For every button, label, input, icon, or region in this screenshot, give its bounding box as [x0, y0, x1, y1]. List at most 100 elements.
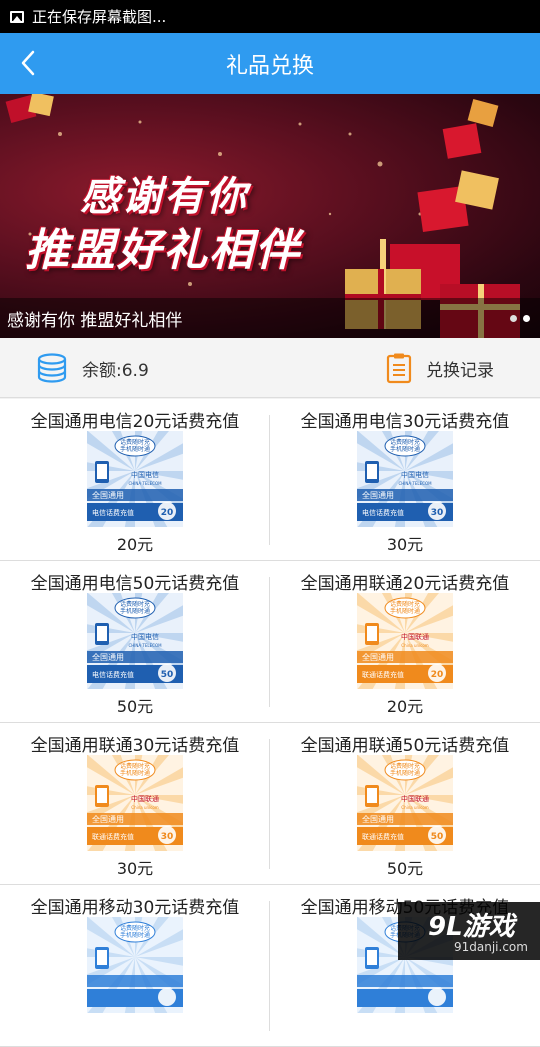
gift-card-image: 话费随时充 手机随时通中国电信 CHINA TELECOM 全国通用电信话费充值 50	[55, 553, 215, 713]
card-logo-en-text: China unicom	[131, 805, 159, 810]
card-type-text: 联通话费充值	[92, 832, 134, 841]
banner-headline-2: 推盟好礼相伴	[25, 225, 301, 276]
card-logo-en-text: CHINA TELECOM	[128, 481, 162, 486]
chevron-left-icon	[21, 50, 35, 76]
card-sub-text: 手机随时通	[120, 931, 150, 939]
card-sub-text: 手机随时通	[120, 445, 150, 453]
watermark-url: 91danji.com	[454, 940, 528, 954]
card-logo-text: 中国联通	[131, 794, 159, 803]
gift-price: 50元	[386, 859, 424, 878]
gift-item[interactable]: 全国通用移动30元话费充值 话费随时充 手机随时通	[0, 877, 270, 1046]
card-value-text: 50	[161, 670, 174, 680]
recharge-card-image: 话费随时充手机随时通中国联通 China unicom 全国通用联通话费充值 30	[55, 715, 215, 875]
gift-name: 全国通用电信30元话费充值	[300, 412, 510, 432]
banner-caption: 感谢有你 推盟好礼相伴	[0, 298, 540, 338]
card-type-text: 联通话费充值	[362, 670, 404, 679]
card-value-text: 20	[431, 670, 444, 680]
gift-price: 20元	[386, 697, 424, 716]
card-type-text: 电信话费充值	[92, 508, 134, 517]
card-region-text: 全国通用	[92, 652, 124, 662]
recharge-card-image: 话费随时充手机随时通中国电信 CHINA TELECOM 全国通用电信话费充值 50	[55, 553, 215, 713]
card-value-text: 20	[161, 508, 174, 518]
card-region-text: 全国通用	[362, 652, 394, 662]
card-logo-text: 中国电信	[401, 470, 429, 479]
card-logo-en-text: China unicom	[401, 643, 429, 648]
card-value-text: 30	[431, 508, 444, 518]
banner-caption-text: 感谢有你 推盟好礼相伴	[7, 310, 183, 331]
gift-card-image: 话费随时充 手机随时通中国电信 CHINA TELECOM 全国通用电信话费充值 20	[55, 391, 215, 551]
gift-row: 全国通用电信50元话费充值 话费随时充 手机随时通 中国电信 CHINA TELECOM…	[0, 553, 540, 723]
gift-item[interactable]: 全国通用联通20元话费充值话费随时充 手机随时通中国联通 China unicom 全…	[270, 553, 540, 722]
banner-pager	[510, 315, 530, 322]
recharge-card-image: 话费随时充手机随时通中国联通 China unicom 全国通用联通话费充值 20	[325, 553, 485, 713]
gift-name: 全国通用联通50元话费充值	[300, 736, 510, 756]
card-logo-en-text: China unicom	[401, 805, 429, 810]
gift-card-image: 话费随时充 手机随时通中国联通 China unicom 全国通用联通话费充值 20	[325, 553, 485, 713]
card-top-text: 话费随时充	[120, 762, 150, 770]
title-bar: 礼品兑换	[0, 33, 540, 94]
pager-dot[interactable]	[510, 315, 517, 322]
status-text: 正在保存屏幕截图...	[32, 8, 167, 26]
card-sub-text: 手机随时通	[120, 607, 150, 615]
gift-card-image: 话费随时充 手机随时通 中国电信 CHINA TELECOM 全国通用 电信话费充值 30	[325, 391, 485, 551]
card-region-text: 全国通用	[362, 814, 394, 824]
card-top-text: 话费随时充	[390, 762, 420, 770]
card-top-text: 话费随时充	[390, 600, 420, 608]
card-value-text: 30	[161, 832, 174, 842]
gift-name: 全国通用电信50元话费充值	[30, 574, 240, 594]
gift-name: 全国通用移动30元话费充值	[30, 898, 240, 918]
promo-banner[interactable]: 感谢有你 推盟好礼相伴 感谢有你 推盟好礼相伴	[0, 94, 540, 338]
gift-card-image: 话费随时充手机随时通	[55, 877, 215, 1037]
site-watermark: 9L游戏 91danji.com	[398, 902, 540, 960]
card-type-text: 联通话费充值	[362, 832, 404, 841]
card-logo-en-text: CHINA TELECOM	[128, 643, 162, 648]
page-title: 礼品兑换	[225, 53, 314, 79]
watermark-title: 9L游戏	[428, 912, 515, 942]
back-button[interactable]	[6, 41, 50, 85]
gift-item[interactable]: 全国通用联通30元话费充值 话费随时充 手机随时通 中国联通 China unicom 全…	[0, 715, 270, 884]
balance-display: 余额:6.9	[36, 352, 149, 384]
card-top-text: 话费随时充	[120, 600, 150, 608]
gift-price: 50元	[116, 697, 154, 716]
exchange-history-label: 兑换记录	[426, 360, 494, 381]
gift-item[interactable]: 全国通用电信20元话费充值话费随时充 手机随时通中国电信 CHINA TELECOM…	[0, 391, 270, 560]
clipboard-icon	[386, 353, 412, 384]
gift-name: 全国通用电信20元话费充值	[30, 412, 240, 432]
gift-name: 全国通用联通20元话费充值	[300, 574, 510, 594]
card-region-text: 全国通用	[362, 490, 394, 500]
card-region-text: 全国通用	[92, 490, 124, 500]
account-bar: 余额:6.9 兑换记录	[0, 338, 540, 398]
card-top-text: 话费随时充	[120, 924, 150, 932]
card-logo-text: 中国电信	[131, 470, 159, 479]
gift-row: 全国通用联通30元话费充值 话费随时充 手机随时通 中国联通 China unicom 全…	[0, 715, 540, 885]
card-logo-text: 中国联通	[401, 632, 429, 641]
recharge-card-image: 话费随时充手机随时通	[55, 877, 215, 1037]
card-sub-text: 手机随时通	[120, 769, 150, 777]
status-bar: 正在保存屏幕截图...	[0, 0, 540, 33]
screenshot-icon	[10, 10, 24, 23]
card-value-text: 50	[431, 832, 444, 842]
gift-price: 30元	[386, 535, 424, 554]
card-sub-text: 手机随时通	[390, 445, 420, 453]
card-sub-text: 手机随时通	[390, 607, 420, 615]
card-sub-text: 手机随时通	[390, 769, 420, 777]
gift-name: 全国通用联通30元话费充值	[30, 736, 240, 756]
recharge-card-image: 话费随时充手机随时通中国电信 CHINA TELECOM 全国通用电信话费充值 30	[325, 391, 485, 551]
gift-item[interactable]: 全国通用电信30元话费充值 话费随时充 手机随时通 中国电信 CHINA TELECOM…	[270, 391, 540, 560]
balance-text: 余额:6.9	[82, 360, 149, 381]
exchange-history-link[interactable]: 兑换记录	[386, 352, 494, 384]
card-logo-text: 中国电信	[131, 632, 159, 641]
gift-item[interactable]: 全国通用联通50元话费充值 话费随时充 手机随时通 中国联通 China unicom 全…	[270, 715, 540, 884]
gift-card-image: 话费随时充 手机随时通 中国联通 China unicom 全国通用 联通话费充值 30	[55, 715, 215, 875]
gift-row: 全国通用电信20元话费充值 话费随时充 手机随时通 中国电信 CHINA TELECOM…	[0, 391, 540, 561]
card-top-text: 话费随时充	[120, 438, 150, 446]
gift-item[interactable]: 全国通用电信50元话费充值话费随时充 手机随时通中国电信 CHINA TELECOM…	[0, 553, 270, 722]
gift-price: 20元	[116, 535, 154, 554]
pager-dot-active[interactable]	[523, 315, 530, 322]
recharge-card-image: 话费随时充手机随时通中国电信 CHINA TELECOM 全国通用电信话费充值 20	[55, 391, 215, 551]
gift-card-image: 话费随时充 手机随时通 中国联通 China unicom 全国通用 联通话费充值 50	[325, 715, 485, 875]
recharge-card-image: 话费随时充手机随时通中国联通 China unicom 全国通用联通话费充值 50	[325, 715, 485, 875]
card-type-text: 电信话费充值	[362, 508, 404, 517]
card-logo-en-text: CHINA TELECOM	[398, 481, 432, 486]
card-type-text: 电信话费充值	[92, 670, 134, 679]
